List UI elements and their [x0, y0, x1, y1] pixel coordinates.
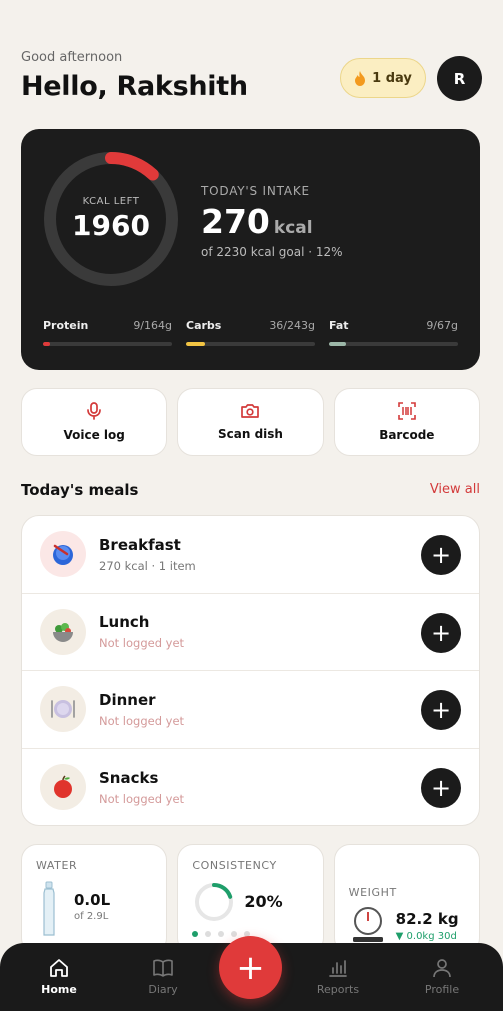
macro-name: Carbs — [186, 319, 222, 332]
meal-icon-bg — [40, 764, 86, 811]
meal-icon-bg — [40, 531, 86, 578]
bar-chart-icon — [329, 960, 347, 977]
add-lunch-button[interactable]: + — [421, 612, 461, 653]
page-dot[interactable] — [205, 931, 212, 937]
macros: Protein 9/164g Carbs 36/243g Fat 9/67g — [43, 319, 458, 346]
intake-value: 270 — [201, 202, 270, 241]
macro-value: 36/243g — [269, 319, 315, 332]
water-goal: of 2.9L — [74, 911, 109, 922]
salad-bowl-icon — [53, 622, 73, 642]
macro-carbs: Carbs 36/243g — [186, 319, 315, 346]
flame-icon — [355, 70, 366, 86]
page-dot-active[interactable] — [192, 931, 199, 937]
book-icon — [153, 959, 173, 977]
meal-row-dinner[interactable]: Dinner Not logged yet + — [22, 671, 479, 749]
view-all-link[interactable]: View all — [430, 482, 480, 497]
weight-value: 82.2 kg — [395, 910, 459, 928]
intake-block: TODAY'S INTAKE 270 kcal of 2230 kcal goal… — [201, 184, 343, 259]
meal-name: Lunch — [99, 613, 150, 632]
add-fab-button[interactable]: + — [219, 936, 282, 999]
meal-name: Dinner — [99, 690, 156, 709]
macro-bar — [43, 342, 172, 346]
breakfast-bowl-icon — [53, 545, 73, 566]
meals-list: Breakfast 270 kcal · 1 item + Lunch Not lo… — [21, 515, 480, 826]
barcode-label: Barcode — [379, 428, 435, 442]
weight-delta: ▼ 0.0kg 30d — [395, 931, 457, 942]
nav-diary-label: Diary — [148, 983, 178, 996]
scan-dish-label: Scan dish — [218, 427, 283, 441]
macro-value: 9/164g — [133, 319, 172, 332]
voice-log-button[interactable]: Voice log — [21, 388, 168, 456]
intake-value-row: 270 kcal — [201, 202, 343, 241]
kcal-left-value: 1960 — [72, 209, 150, 242]
meal-sub: Not logged yet — [99, 636, 185, 651]
barcode-icon — [398, 402, 416, 420]
consistency-ring — [195, 883, 234, 921]
nav-home[interactable]: Home — [29, 957, 89, 996]
macro-bar — [329, 342, 458, 346]
user-icon — [433, 959, 451, 978]
water-label: WATER — [36, 859, 78, 872]
water-card[interactable]: WATER 0.0L of 2.9L — [21, 844, 168, 954]
header: Good afternoon Hello, Rakshith 1 day R — [21, 50, 482, 110]
meal-row-lunch[interactable]: Lunch Not logged yet + — [22, 594, 479, 671]
microphone-icon — [87, 402, 102, 420]
page-dot[interactable] — [218, 931, 225, 937]
voice-log-label: Voice log — [63, 428, 125, 442]
macro-fat: Fat 9/67g — [329, 319, 458, 346]
nav-profile[interactable]: Profile — [412, 957, 472, 996]
avatar[interactable]: R — [437, 56, 482, 101]
scale-icon — [352, 907, 383, 942]
water-bottle-icon — [43, 881, 55, 936]
add-dinner-button[interactable]: + — [421, 690, 461, 730]
meal-row-snacks[interactable]: Snacks Not logged yet + — [22, 749, 479, 826]
macro-bar-fill — [43, 342, 51, 346]
nav-reports[interactable]: Reports — [308, 957, 368, 996]
page-dot[interactable] — [231, 931, 238, 937]
nav-profile-label: Profile — [424, 983, 460, 996]
ring-text: KCAL LEFT 1960 — [43, 151, 179, 287]
barcode-button[interactable]: Barcode — [333, 388, 480, 456]
meal-sub: 270 kcal · 1 item — [99, 558, 196, 573]
add-snacks-button[interactable]: + — [421, 767, 461, 808]
meal-sub: Not logged yet — [99, 713, 185, 728]
ring-label: KCAL LEFT — [82, 196, 140, 207]
macro-protein: Protein 9/164g — [43, 319, 172, 346]
add-breakfast-button[interactable]: + — [421, 535, 461, 575]
macro-name: Protein — [43, 319, 89, 332]
plate-cutlery-icon — [51, 700, 75, 719]
consistency-value: 20% — [244, 892, 283, 911]
intake-goal: of 2230 kcal goal · 12% — [201, 245, 343, 259]
calorie-summary-card: KCAL LEFT 1960 TODAY'S INTAKE 270 kcal of… — [21, 129, 480, 370]
quick-actions: Voice log Scan dish Barcode — [21, 388, 480, 456]
camera-icon — [241, 404, 260, 418]
nav-home-label: Home — [41, 983, 77, 996]
macro-bar-fill — [329, 342, 347, 346]
water-value: 0.0L — [74, 891, 111, 909]
meal-sub: Not logged yet — [99, 791, 185, 806]
nav-reports-label: Reports — [316, 983, 360, 996]
home-icon — [50, 959, 68, 977]
scan-dish-button[interactable]: Scan dish — [177, 388, 324, 456]
meal-icon-bg — [40, 608, 86, 655]
streak-label: 1 day — [372, 70, 412, 86]
intake-label: TODAY'S INTAKE — [201, 184, 310, 198]
macro-bar-fill — [186, 342, 206, 346]
meal-name: Snacks — [99, 768, 159, 787]
intake-unit: kcal — [273, 218, 313, 238]
macro-name: Fat — [329, 319, 349, 332]
meal-icon-bg — [40, 686, 86, 733]
meal-name: Breakfast — [99, 535, 181, 554]
macro-bar — [186, 342, 315, 346]
weight-card[interactable]: WEIGHT 82.2 kg ▼ 0.0kg 30d — [333, 844, 480, 954]
apple-icon — [54, 775, 72, 799]
weight-label: WEIGHT — [348, 886, 397, 899]
nav-diary[interactable]: Diary — [133, 957, 193, 996]
streak-badge[interactable]: 1 day — [340, 58, 426, 98]
macro-value: 9/67g — [426, 319, 458, 332]
bottom-nav: Home Diary + Reports Profile — [0, 936, 503, 1011]
meal-row-breakfast[interactable]: Breakfast 270 kcal · 1 item + — [22, 516, 479, 594]
consistency-label: CONSISTENCY — [192, 859, 277, 872]
meals-section-title: Today's meals — [21, 481, 139, 499]
